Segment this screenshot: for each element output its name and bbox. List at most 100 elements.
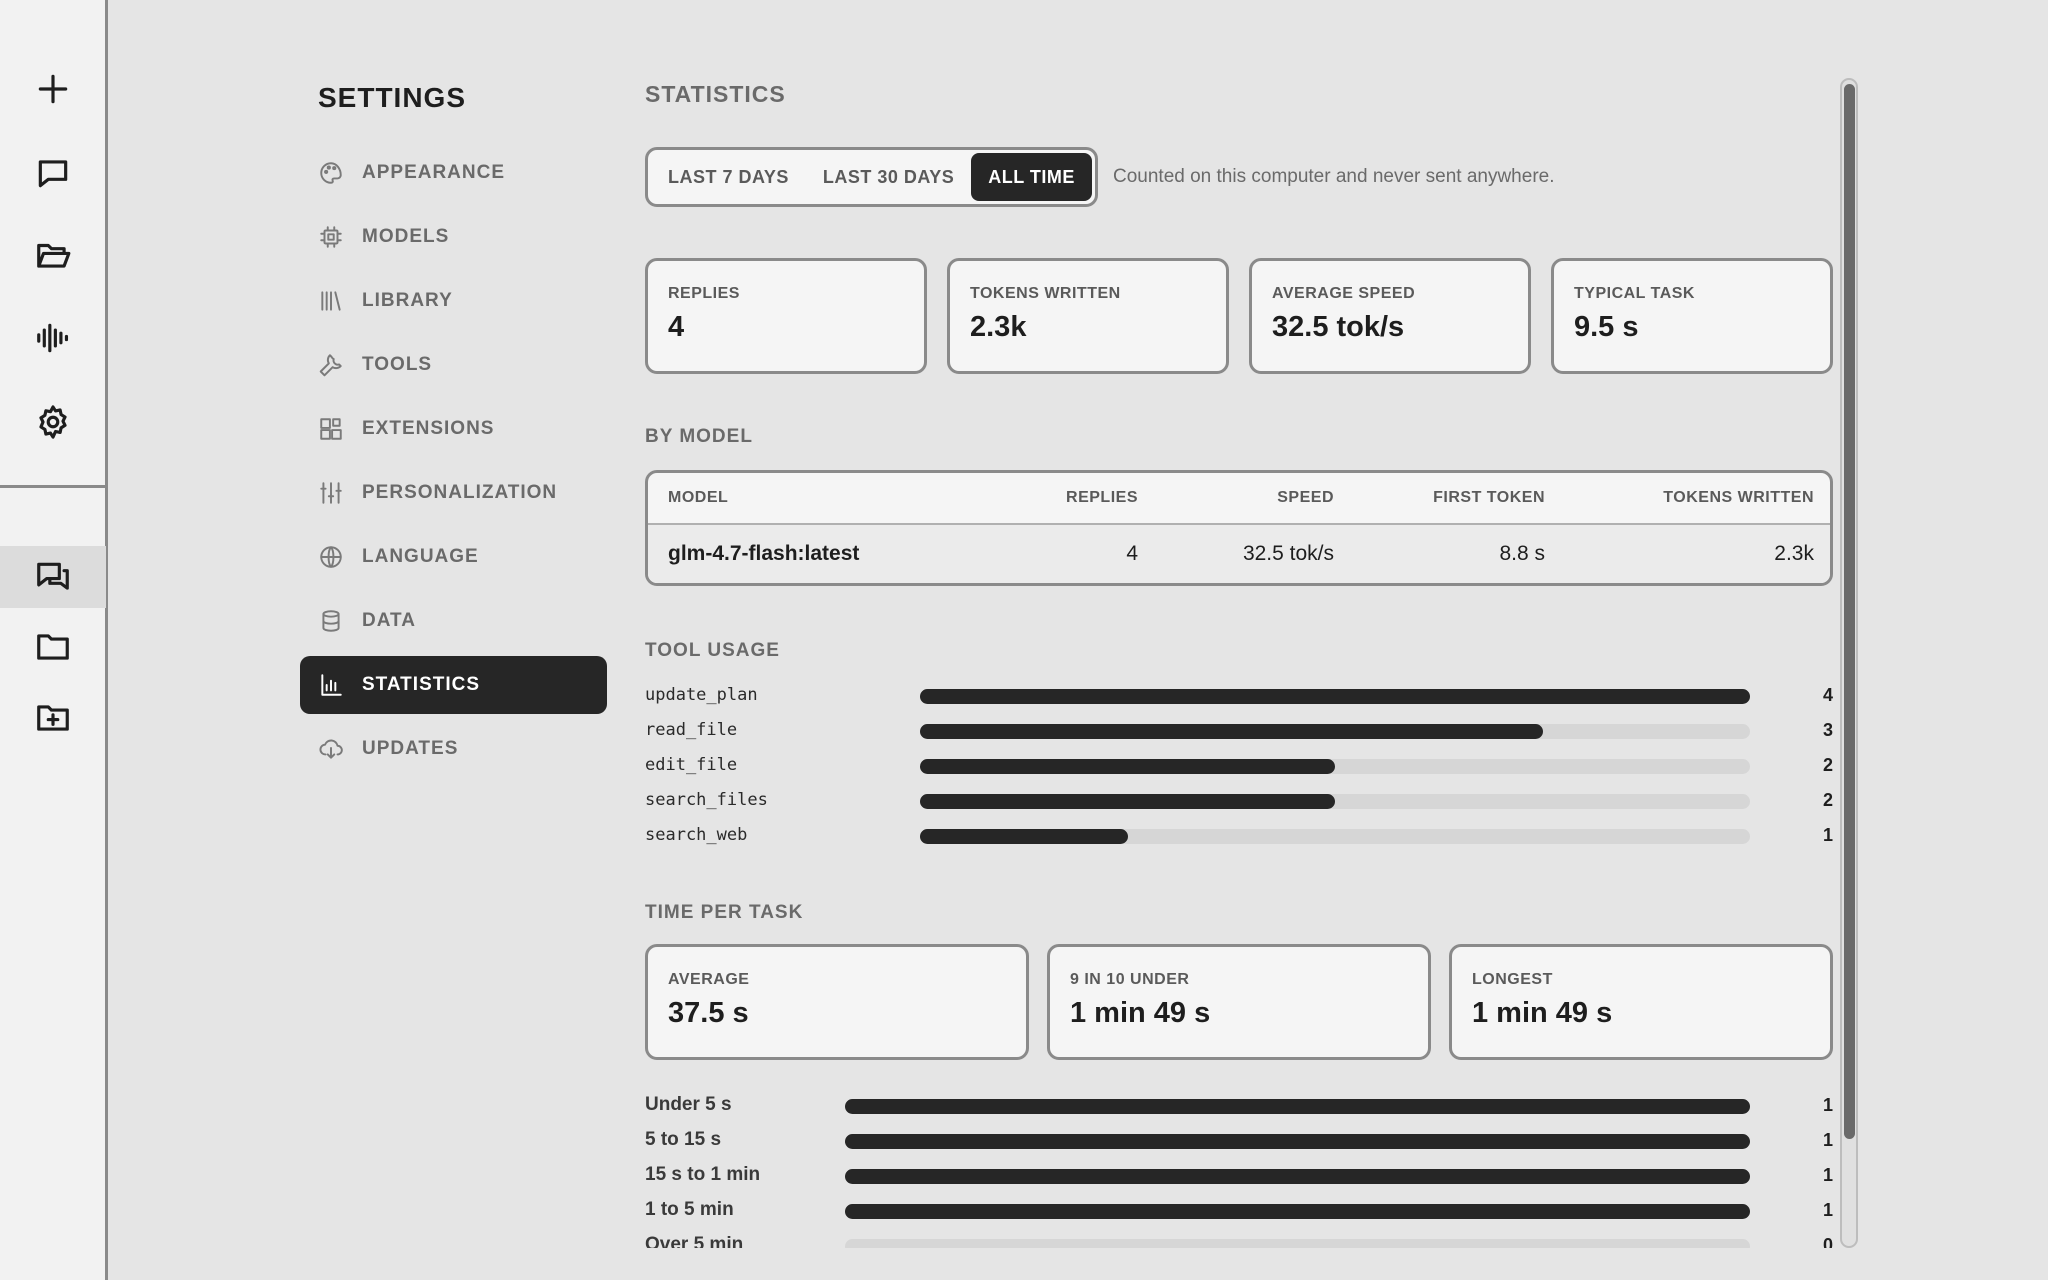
bar-fill — [845, 1204, 1750, 1219]
replies-cell: 4 — [1126, 542, 1138, 565]
tool-usage-row: edit_file 2 — [645, 750, 1833, 780]
bar-count: 0 — [1822, 1234, 1833, 1249]
nav-item-appearance[interactable]: APPEARANCE — [300, 144, 607, 202]
nav-item-models[interactable]: MODELS — [300, 208, 607, 266]
card-value: 32.5 tok/s — [1272, 311, 1405, 343]
time-card: AVERAGE 37.5 s — [645, 944, 1029, 1060]
bar-label: Over 5 min — [645, 1234, 744, 1248]
bar-count: 1 — [1822, 1129, 1833, 1150]
page-title: STATISTICS — [645, 81, 786, 107]
conversations-icon — [37, 562, 69, 590]
statistics-panel: STATISTICS LAST 7 DAYS LAST 30 DAYS ALL … — [645, 0, 1833, 1248]
table-row: glm-4.7-flash:latest 4 32.5 tok/s 8.8 s … — [648, 525, 1830, 583]
nav-label: LANGUAGE — [362, 546, 479, 567]
settings-button[interactable] — [0, 391, 106, 453]
nav-item-language[interactable]: LANGUAGE — [300, 528, 607, 586]
bar-label: Under 5 s — [645, 1094, 732, 1115]
audio-button[interactable] — [0, 307, 106, 369]
bar-fill — [845, 1134, 1750, 1149]
nav-label: MODELS — [362, 226, 450, 247]
card-value: 2.3k — [970, 311, 1027, 343]
folder-icon — [37, 634, 69, 660]
range-option-30-days[interactable]: LAST 30 DAYS — [806, 153, 971, 201]
nav-item-updates[interactable]: UPDATES — [300, 720, 607, 778]
bar-count: 2 — [1822, 789, 1833, 810]
card-value: 9.5 s — [1574, 311, 1639, 343]
new-chat-button[interactable] — [0, 58, 106, 120]
new-folder-button[interactable] — [0, 687, 106, 749]
bar-label: 5 to 15 s — [645, 1129, 722, 1150]
bar-fill — [920, 724, 1543, 739]
range-option-7-days[interactable]: LAST 7 DAYS — [651, 153, 806, 201]
nav-item-library[interactable]: LIBRARY — [300, 272, 607, 330]
card-label: AVERAGE SPEED — [1272, 285, 1416, 302]
bar-label: 1 to 5 min — [645, 1199, 734, 1220]
card-value: 1 min 49 s — [1070, 997, 1211, 1029]
nav-item-personalization[interactable]: PERSONALIZATION — [300, 464, 607, 522]
column-header: FIRST TOKEN — [1433, 489, 1545, 506]
nav-item-tools[interactable]: TOOLS — [300, 336, 607, 394]
chat-bubble-icon — [38, 160, 68, 188]
time-range-selector: LAST 7 DAYS LAST 30 DAYS ALL TIME — [645, 147, 1098, 207]
column-header: REPLIES — [1066, 489, 1138, 506]
bar-track — [845, 1204, 1750, 1219]
card-label: AVERAGE — [668, 971, 750, 988]
scrollbar-thumb[interactable] — [1844, 84, 1855, 1139]
tool-usage-row: read_file 3 — [645, 715, 1833, 745]
nav-item-extensions[interactable]: EXTENSIONS — [300, 400, 607, 458]
column-header: TOKENS WRITTEN — [1663, 489, 1814, 506]
sliders-icon — [320, 482, 342, 504]
nav-label: STATISTICS — [362, 674, 481, 695]
bar-track — [845, 1099, 1750, 1114]
palette-icon — [320, 162, 342, 184]
card-label: LONGEST — [1472, 971, 1553, 988]
library-icon — [321, 291, 341, 311]
bar-fill — [845, 1099, 1750, 1114]
time-card: LONGEST 1 min 49 s — [1449, 944, 1833, 1060]
bar-label: search_web — [645, 825, 748, 845]
range-option-all-time[interactable]: ALL TIME — [971, 153, 1092, 201]
first-token-cell: 8.8 s — [1499, 542, 1545, 565]
tool-usage-row: search_web 1 — [645, 820, 1833, 850]
nav-item-statistics[interactable]: STATISTICS — [300, 656, 607, 714]
time-bucket-row: Over 5 min 0 — [645, 1230, 1833, 1248]
nav-label: UPDATES — [362, 738, 459, 759]
bar-count: 4 — [1822, 684, 1833, 705]
folder-button[interactable] — [0, 616, 106, 678]
bar-track — [920, 689, 1750, 704]
bar-count: 1 — [1822, 1199, 1833, 1220]
tool-usage-row: search_files 2 — [645, 785, 1833, 815]
open-folder-button[interactable] — [0, 224, 106, 286]
wrench-icon — [319, 354, 342, 377]
bar-count: 1 — [1822, 1094, 1833, 1115]
by-model-table: MODEL REPLIES SPEED FIRST TOKEN TOKENS W… — [645, 470, 1833, 586]
chip-icon — [320, 226, 342, 248]
column-header: MODEL — [668, 489, 729, 506]
bar-fill — [845, 1169, 1750, 1184]
time-bucket-row: Under 5 s 1 — [645, 1090, 1833, 1120]
summary-card: AVERAGE SPEED 32.5 tok/s — [1249, 258, 1531, 374]
bar-track — [920, 759, 1750, 774]
column-header: SPEED — [1277, 489, 1334, 506]
conversations-button[interactable] — [0, 546, 106, 608]
folder-open-icon — [37, 243, 71, 268]
plus-icon — [38, 74, 68, 104]
scrollbar[interactable] — [1840, 78, 1858, 1248]
section-heading-by-model: BY MODEL — [645, 426, 753, 447]
bar-fill — [920, 759, 1335, 774]
bar-label: search_files — [645, 790, 768, 810]
privacy-note: Counted on this computer and never sent … — [1113, 166, 1555, 187]
bar-label: update_plan — [645, 685, 758, 705]
summary-card: TYPICAL TASK 9.5 s — [1551, 258, 1833, 374]
cloud-download-icon — [319, 739, 343, 759]
nav-item-data[interactable]: DATA — [300, 592, 607, 650]
tool-usage-row: update_plan 4 — [645, 680, 1833, 710]
card-value: 1 min 49 s — [1472, 997, 1613, 1029]
waveform-icon — [37, 323, 69, 353]
chat-button[interactable] — [0, 142, 106, 204]
bar-track — [920, 724, 1750, 739]
card-label: 9 IN 10 UNDER — [1070, 971, 1190, 988]
nav-label: LIBRARY — [362, 290, 453, 311]
app-rail — [0, 0, 108, 1280]
nav-label: TOOLS — [362, 354, 433, 375]
